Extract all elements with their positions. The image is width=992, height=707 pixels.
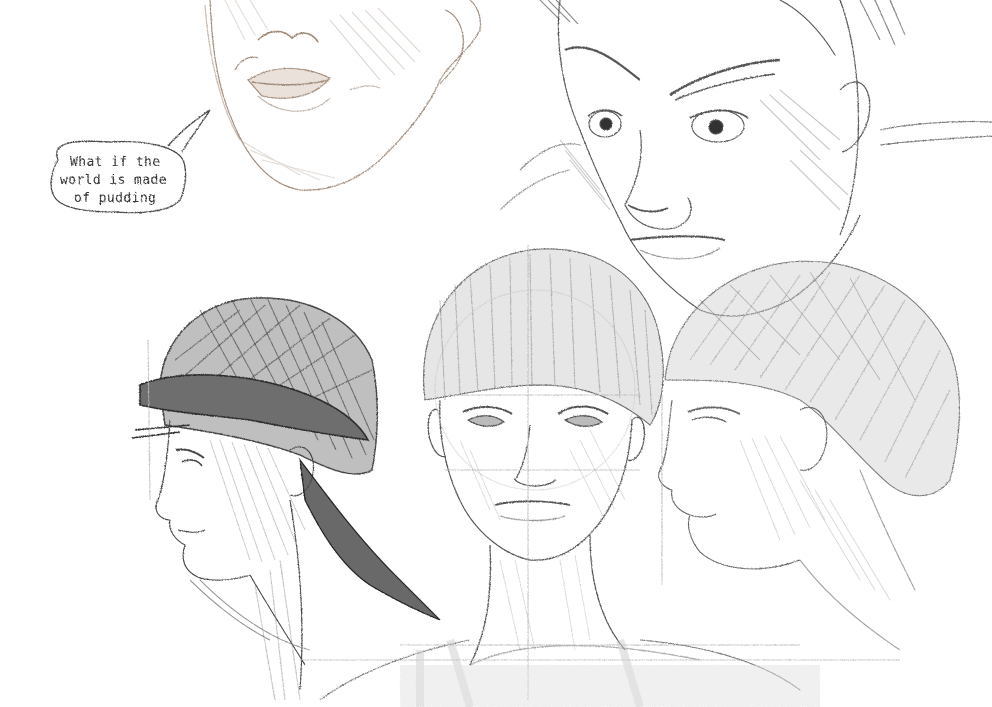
sepia-mouth-sketch — [204, 0, 481, 191]
speech-bubble: What if the world is made of pudding — [50, 109, 211, 214]
sketch-canvas: What if the world is made of pudding — [0, 0, 992, 707]
speech-line-1: What if the — [70, 155, 161, 170]
right-profile-portrait — [658, 260, 960, 651]
headband-portrait — [131, 297, 441, 701]
speech-line-3: of pudding — [74, 191, 156, 206]
speech-line-2: world is made — [60, 173, 167, 188]
sketch-artwork: What if the world is made of pudding — [50, 0, 992, 707]
